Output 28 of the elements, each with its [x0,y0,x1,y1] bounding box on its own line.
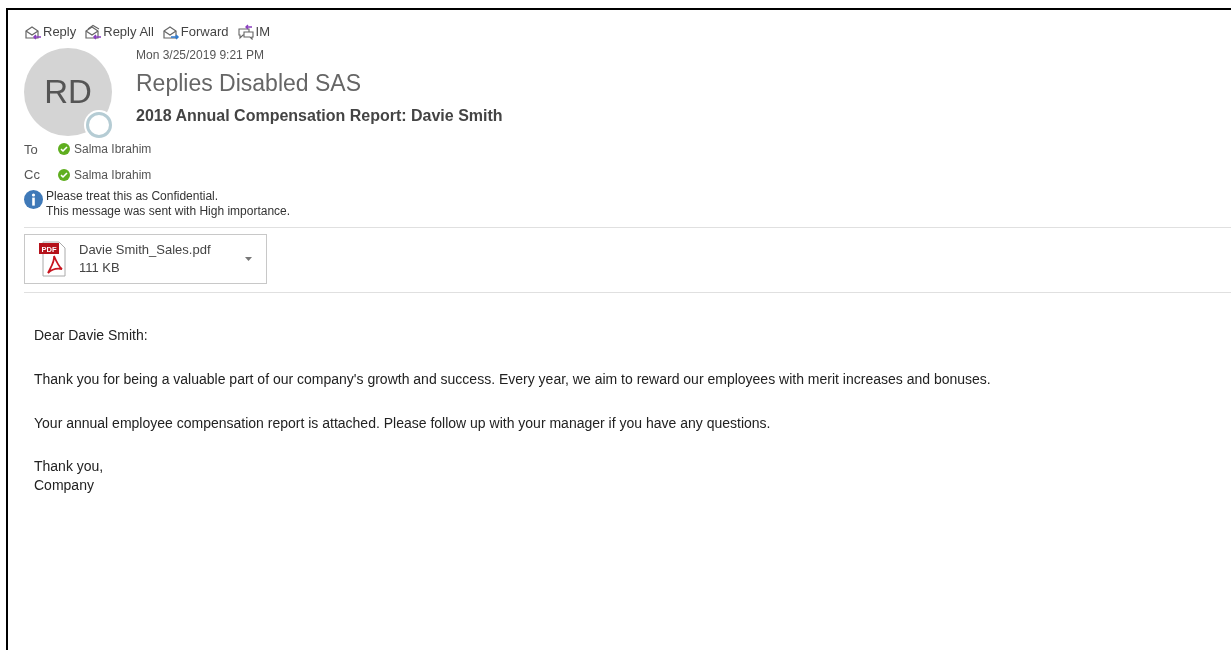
avatar: RD [24,47,112,136]
info-message: This message was sent with High importance. [46,203,291,219]
sender-name: Replies Disabled SAS [136,68,362,98]
attachment-name: Davie Smith_Sales.pdf [79,240,212,259]
signature-line: Company [34,475,95,495]
body-paragraph: Your annual employee compensation report is attached. Please follow up with your manager if you have any questions. [34,413,772,433]
chat-icon [236,23,255,40]
subject: 2018 Annual Compensation Report: Davie Smith [136,105,503,126]
presence-ring [86,111,112,138]
check-icon [58,168,70,181]
toolbar-button[interactable]: IM [236,22,270,42]
body-paragraph: Dear Davie Smith: [34,325,149,345]
recipient-name[interactable]: Salma Ibrahim [74,140,152,159]
toolbar-button[interactable]: Reply All [84,22,154,42]
attachment-size: 111 KB [79,258,121,277]
signature-line: Thank you, [34,456,105,476]
info-message: Please treat this as Confidential. [46,188,220,204]
info-icon [24,189,43,209]
reply-all-icon [84,23,103,40]
recipient-label: To [24,140,39,159]
toolbar-button[interactable]: Forward [161,22,229,42]
body-paragraph: Thank you for being a valuable part of our company's growth and success. Every year, we aim to reward our employees with merit increases and bonuses. [34,369,992,389]
toolbar-button[interactable]: Reply [24,22,77,42]
sent-date: Mon 3/25/2019 9:21 PM [136,46,266,64]
recipient-name[interactable]: Salma Ibrahim [74,165,152,184]
recipient-label: Cc [24,166,41,184]
check-icon [58,143,70,156]
caret-icon[interactable] [245,256,252,261]
